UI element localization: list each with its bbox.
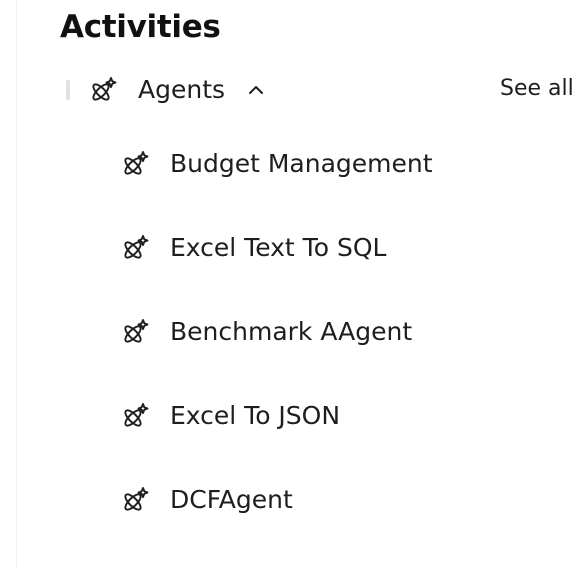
agent-icon (120, 401, 150, 431)
list-item-agent[interactable]: Budget Management (120, 138, 433, 190)
agent-icon (120, 485, 150, 515)
agent-icon (120, 317, 150, 347)
agents-list: Budget Management Excel Text To SQL Benc… (120, 138, 433, 558)
list-item-label: DCFAgent (170, 485, 293, 514)
list-item-agent[interactable]: Benchmark AAgent (120, 306, 433, 358)
list-item-label: Budget Management (170, 149, 433, 178)
list-item-label: Excel To JSON (170, 401, 341, 430)
list-item-agent[interactable]: Excel To JSON (120, 390, 433, 442)
agents-group-label: Agents (138, 75, 226, 104)
list-item-agent[interactable]: DCFAgent (120, 474, 433, 526)
agent-icon (120, 233, 150, 263)
agents-group-toggle[interactable]: Agents (88, 70, 265, 110)
agent-icon (88, 75, 118, 105)
agent-icon (120, 149, 150, 179)
group-indicator-bar (66, 80, 70, 100)
see-all-link[interactable]: See all (500, 72, 574, 106)
list-item-agent[interactable]: Excel Text To SQL (120, 222, 433, 274)
chevron-up-icon[interactable] (247, 81, 265, 99)
section-title: Activities (60, 9, 221, 45)
list-item-label: Excel Text To SQL (170, 233, 387, 262)
list-item-label: Benchmark AAgent (170, 317, 413, 346)
